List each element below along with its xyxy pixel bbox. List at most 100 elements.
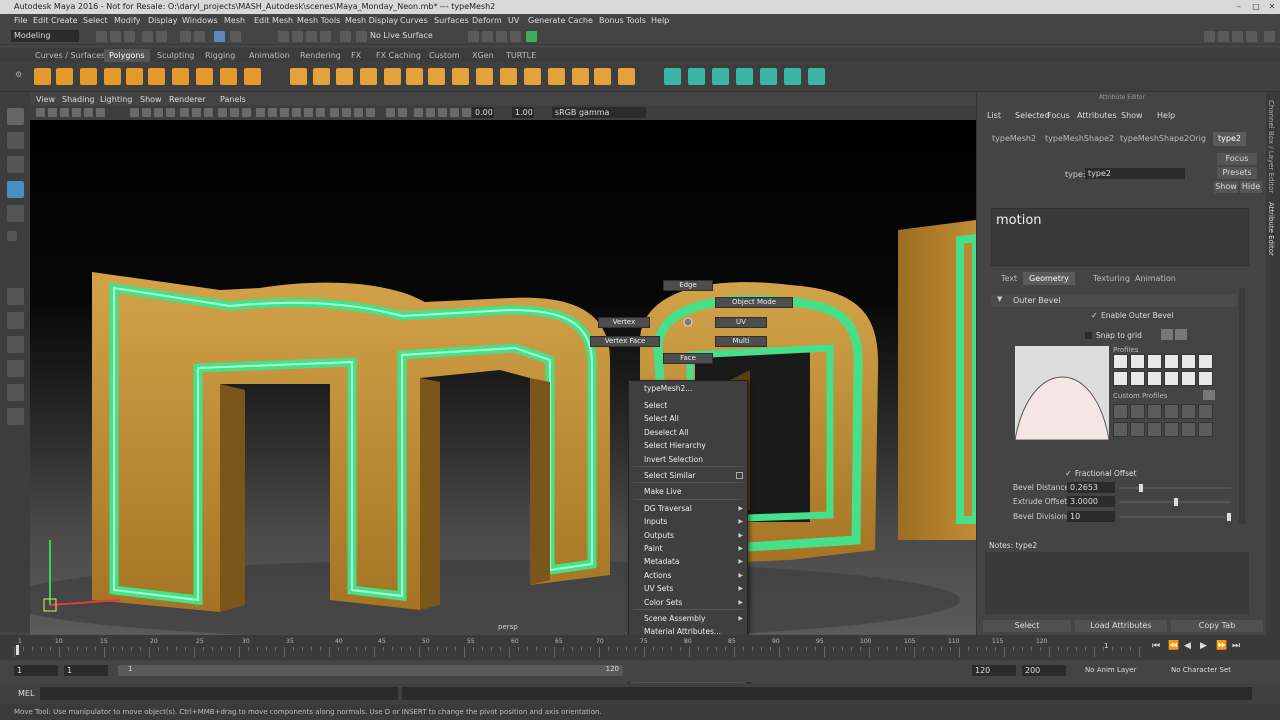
viewport-tool-icon[interactable] [426,108,435,117]
select-component-icon[interactable] [214,31,225,42]
paint-select-icon[interactable] [7,156,24,173]
render-settings-icon[interactable] [510,31,521,42]
menu-mesh-display[interactable]: Mesh Display [345,16,398,25]
shelf-tool-icon[interactable] [196,68,213,85]
context-menu-item-actions[interactable]: Actions [644,571,671,580]
viewport-tool-icon[interactable] [204,108,213,117]
ae-menu-selected[interactable]: Selected [1015,111,1050,120]
gamma-field[interactable]: 1.00 [512,107,534,118]
rotate-tool-icon[interactable] [7,205,24,222]
context-menu-item-uv-sets[interactable]: UV Sets [644,584,673,593]
menu-curves[interactable]: Curves [400,16,428,25]
shelf-tab-curves-surfaces[interactable]: Curves / Surfaces [30,49,110,62]
bevel-profile-graph[interactable] [1014,346,1110,441]
shelf-tool-icon[interactable] [688,68,705,85]
anim-layer-select[interactable]: No Anim Layer [1085,666,1136,674]
shelf-tool-icon[interactable] [148,68,165,85]
viewport-tool-icon[interactable] [414,108,423,117]
ae-tab-typemesh2[interactable]: typeMesh2 [987,132,1041,146]
ae-menu-focus[interactable]: Focus [1047,111,1070,120]
viewport-tool-icon[interactable] [330,108,339,117]
custom-profile-slot[interactable] [1198,422,1213,437]
bevel-profile-preset[interactable] [1130,354,1145,369]
viewport-tool-icon[interactable] [342,108,351,117]
custom-profile-slot[interactable] [1147,422,1162,437]
layout-side-icon[interactable] [7,336,24,353]
custom-profile-slot[interactable] [1181,404,1196,419]
viewport-3d[interactable]: persp [30,120,976,635]
menu-uv[interactable]: UV [508,16,519,25]
playback-control-icon[interactable]: ▶ [1200,641,1207,651]
shelf-tool-icon[interactable] [428,68,445,85]
custom-profile-slot[interactable] [1147,404,1162,419]
shelf-tool-icon[interactable] [736,68,753,85]
shelf-tool-icon[interactable] [476,68,493,85]
shelf-tool-icon[interactable] [313,68,330,85]
bevel-profile-preset[interactable] [1113,371,1128,386]
reset-profile-icon[interactable] [1161,329,1173,340]
viewport-tool-icon[interactable] [142,108,151,117]
shelf-tool-icon[interactable] [808,68,825,85]
shelf-tool-icon[interactable] [172,68,189,85]
bevel-profile-preset[interactable] [1164,371,1179,386]
marking-menu-uv[interactable]: UV [715,317,767,328]
presets-button[interactable]: Presets [1217,167,1257,179]
shelf-tab-turtle[interactable]: TURTLE [501,49,541,62]
new-scene-icon[interactable] [96,31,107,42]
playback-start-field[interactable]: 1 [64,665,108,676]
select-button[interactable]: Select [983,620,1071,632]
hypershade-icon[interactable] [526,31,537,42]
select-tool-icon[interactable] [7,108,24,125]
viewport-menu-panels[interactable]: Panels [220,95,246,104]
shelf-tool-icon[interactable] [336,68,353,85]
shelf-tab-fx-caching[interactable]: FX Caching [371,49,426,62]
custom-profile-slot[interactable] [1164,422,1179,437]
menu-help[interactable]: Help [651,16,669,25]
scale-tool-icon[interactable] [7,231,17,241]
ae-menu-list[interactable]: List [987,111,1001,120]
viewport-menu-lighting[interactable]: Lighting [100,95,132,104]
playback-control-icon[interactable]: ⏮ [1152,641,1160,651]
menu-select[interactable]: Select [83,16,108,25]
ae-tab-typemeshshape2orig[interactable]: typeMeshShape2Orig [1115,132,1211,146]
marking-menu-vertex-face[interactable]: Vertex Face [590,336,660,347]
move-tool-icon[interactable] [7,181,24,198]
ipr-render-icon[interactable] [496,31,507,42]
start-frame-field[interactable]: 1 [14,665,58,676]
menu-deform[interactable]: Deform [472,16,502,25]
context-menu-item-outputs[interactable]: Outputs [644,531,674,540]
pick-mask-icon[interactable] [230,31,241,42]
attribute-editor-tab[interactable]: Attribute Editor [1267,202,1275,256]
option-box-icon[interactable] [736,472,743,479]
viewport-tool-icon[interactable] [48,108,57,117]
viewport-tool-icon[interactable] [230,108,239,117]
layout-graph-icon[interactable] [7,408,24,425]
load-attributes-button[interactable]: Load Attributes [1075,620,1167,632]
menu-windows[interactable]: Windows [182,16,218,25]
bevel-profile-preset[interactable] [1164,354,1179,369]
extrude-offset-field[interactable]: 3.0000 [1067,496,1115,507]
layout-icon[interactable] [1264,31,1275,42]
shelf-options-icon[interactable]: ⚙ [15,70,22,79]
menu-bonus-tools[interactable]: Bonus Tools [599,16,646,25]
copy-tab-button[interactable]: Copy Tab [1171,620,1263,632]
ae-scrollbar[interactable] [1239,288,1245,524]
playback-control-icon[interactable]: ◀ [1184,641,1191,651]
layout-single-icon[interactable] [7,288,24,305]
bevel-divisions-slider[interactable] [1119,513,1231,521]
viewport-tool-icon[interactable] [304,108,313,117]
custom-profile-slot[interactable] [1113,422,1128,437]
hide-button[interactable]: Hide [1240,181,1262,193]
viewport-menu-show[interactable]: Show [140,95,162,104]
viewport-tool-icon[interactable] [242,108,251,117]
shelf-tab-sculpting[interactable]: Sculpting [152,49,199,62]
subtab-geometry[interactable]: Geometry [1023,272,1075,285]
bevel-profile-preset[interactable] [1130,371,1145,386]
focus-button[interactable]: Focus [1217,153,1257,165]
viewport-tool-icon[interactable] [192,108,201,117]
viewport-menu-shading[interactable]: Shading [62,95,95,104]
bevel-profile-preset[interactable] [1113,354,1128,369]
context-menu-item-select[interactable]: Select [644,401,667,410]
end-frame-field[interactable]: 200 [1022,665,1066,676]
shelf-tab-rigging[interactable]: Rigging [200,49,240,62]
